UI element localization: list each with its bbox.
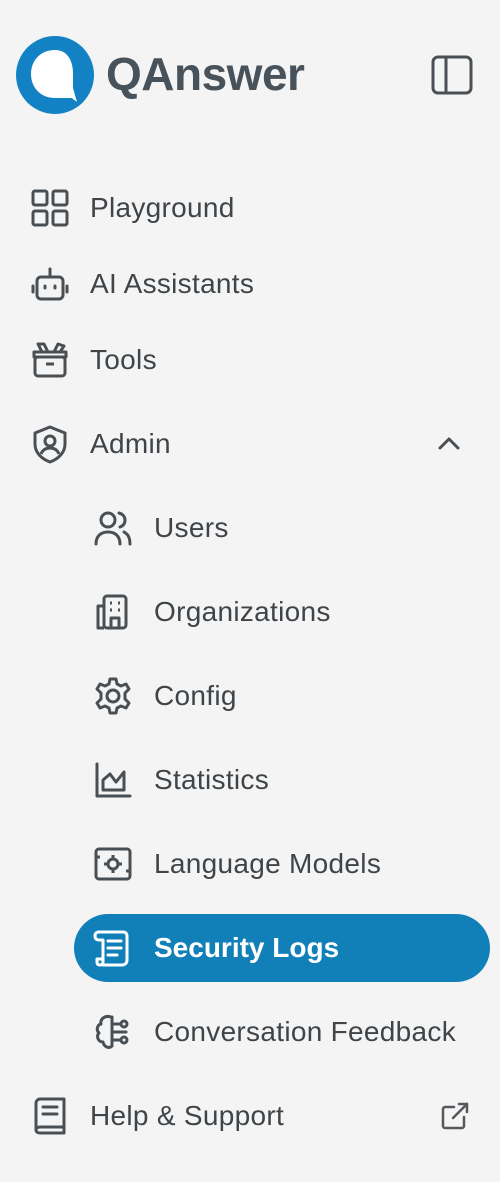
qanswer-logo-icon[interactable] [15,36,95,114]
nav-item-conversation-feedback[interactable]: Conversation Feedback [0,1000,500,1064]
nav-item-ai-assistants[interactable]: AI Assistants [0,252,500,316]
nav-item-label: Playground [90,192,235,223]
nav-item-users[interactable]: Users [0,496,500,560]
gear-icon [93,676,133,716]
sidebar-header: QAnswer [0,0,500,150]
brain-icon [93,1012,133,1052]
nav-item-organizations[interactable]: Organizations [0,580,500,644]
nav-item-security-logs[interactable]: Security Logs [74,914,490,982]
chevron-up-icon[interactable] [436,430,462,456]
building-icon [93,592,133,632]
nav-item-label: Organizations [154,596,331,627]
users-icon [93,508,133,548]
nav-item-config[interactable]: Config [0,664,500,728]
nav-item-label: Security Logs [154,932,340,963]
chart-area-icon [93,760,133,800]
nav-item-label: Tools [90,344,157,375]
nav-item-label: Conversation Feedback [154,1016,457,1047]
external-link-icon [440,1101,470,1131]
toolbox-icon [30,340,70,380]
nav-item-language-models[interactable]: Language Models [0,832,500,896]
cpu-icon [93,844,133,884]
nav-item-label: Users [154,512,229,543]
robot-icon [30,264,70,304]
nav-item-tools[interactable]: Tools [0,328,500,392]
scroll-icon [93,928,133,968]
nav-item-help-support[interactable]: Help & Support [0,1084,500,1148]
book-icon [30,1096,70,1136]
nav-item-label: Language Models [154,848,382,879]
shield-user-icon [30,424,70,464]
brand-name: QAnswer [106,48,305,100]
nav-item-label: AI Assistants [90,268,255,299]
nav-item-label: Help & Support [90,1100,285,1131]
nav-item-label: Statistics [154,764,270,795]
nav-item-playground[interactable]: Playground [0,176,500,240]
nav-item-admin[interactable]: Admin [0,412,500,476]
sidebar-toggle-button[interactable] [430,54,474,96]
nav-item-label: Admin [90,428,171,459]
nav-item-label: Config [154,680,237,711]
grid-icon [30,188,70,228]
nav-item-statistics[interactable]: Statistics [0,748,500,812]
